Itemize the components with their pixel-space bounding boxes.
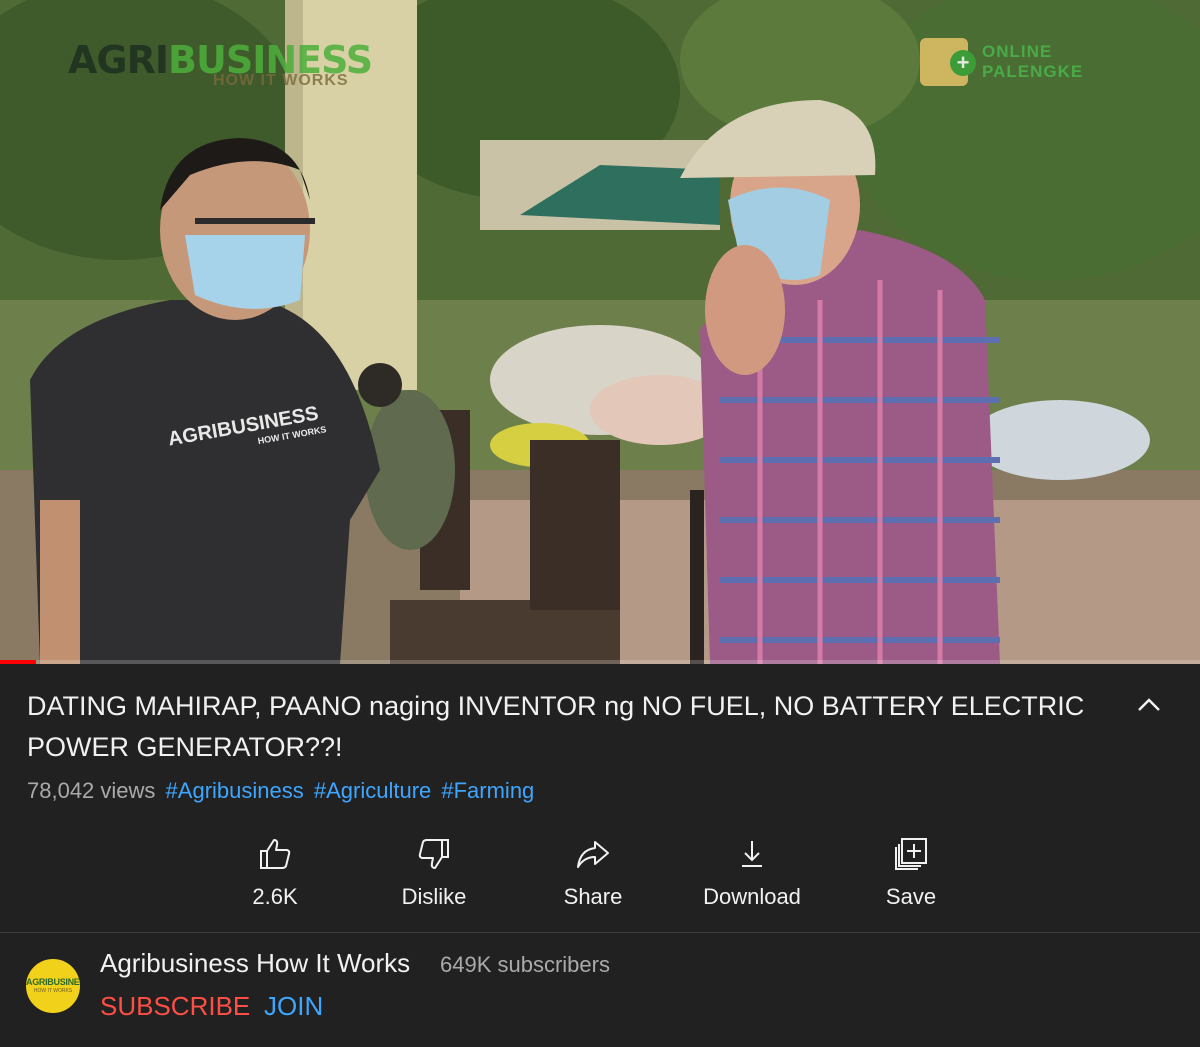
watermark-part1: AGRI	[68, 38, 169, 82]
chevron-up-icon[interactable]	[1134, 690, 1164, 720]
channel-name[interactable]: Agribusiness How It Works	[100, 948, 410, 979]
save-label: Save	[885, 884, 937, 909]
palengke-line2: PALENGKE	[982, 62, 1084, 81]
avatar-text-line1: AGRIBUSINESS	[26, 977, 80, 987]
hashtag-agribusiness[interactable]: #Agribusiness	[166, 778, 304, 803]
hashtag-farming[interactable]: #Farming	[441, 778, 534, 803]
share-button[interactable]: Share	[523, 836, 663, 910]
channel-avatar[interactable]: AGRIBUSINESS HOW IT WORKS	[26, 959, 80, 1013]
video-frame	[0, 0, 1200, 664]
action-bar: 2.6K Dislike Share Download Save	[0, 836, 1200, 916]
save-button[interactable]: Save	[841, 836, 981, 910]
video-progress-fill	[0, 660, 36, 664]
video-meta: 78,042 views #Agribusiness #Agriculture …	[27, 776, 534, 806]
save-playlist-icon	[895, 838, 927, 870]
plus-icon: +	[950, 50, 976, 76]
download-label: Download	[703, 884, 801, 909]
video-progress-bar[interactable]	[0, 660, 1200, 664]
hashtag-agriculture[interactable]: #Agriculture	[314, 778, 431, 803]
like-count: 2.6K	[252, 884, 298, 909]
subscriber-count: 649K subscribers	[440, 952, 610, 977]
download-button[interactable]: Download	[682, 836, 822, 910]
dislike-label: Dislike	[401, 884, 467, 909]
thumbs-down-icon	[418, 839, 449, 869]
thumbs-up-icon	[260, 839, 291, 869]
palengke-line1: ONLINE	[982, 42, 1053, 61]
video-title: DATING MAHIRAP, PAANO naging INVENTOR ng…	[27, 691, 1085, 762]
watermark-subtitle: HOW IT WORKS	[213, 72, 349, 89]
download-icon	[742, 841, 762, 867]
view-count: 78,042 views	[27, 778, 156, 803]
dislike-button[interactable]: Dislike	[364, 836, 504, 910]
share-label: Share	[563, 884, 623, 909]
divider	[0, 932, 1200, 933]
share-icon	[577, 841, 609, 868]
join-button[interactable]: JOIN	[264, 991, 323, 1022]
like-button[interactable]: 2.6K	[205, 836, 345, 910]
avatar-text-line2: HOW IT WORKS	[33, 988, 73, 994]
subscribe-button[interactable]: SUBSCRIBE	[100, 991, 250, 1022]
online-palengke-logo: + ONLINE PALENGKE	[920, 30, 1120, 90]
video-player[interactable]: AGRIBUSINESS HOW IT WORKS + ONLINE PALEN…	[0, 0, 1200, 664]
